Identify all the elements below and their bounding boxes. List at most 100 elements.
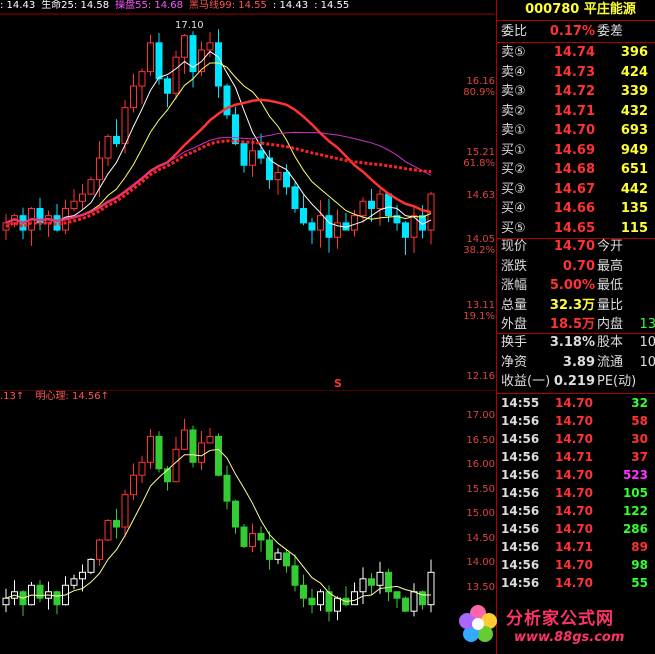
indicator-candle (223, 474, 231, 502)
tick-volume: 55 (631, 576, 648, 590)
indicator-candle (198, 442, 205, 463)
tick-volume: 98 (631, 558, 648, 572)
tick-time: 14:56 (501, 468, 540, 482)
tick-row[interactable]: 14:56 14.70 523 (497, 466, 655, 484)
fund-label: 净资 (501, 354, 528, 370)
quote-label2: 内盘 (597, 317, 624, 332)
level-volume: 432 (620, 103, 648, 119)
indicator-candle (2, 597, 10, 606)
candle (385, 193, 392, 217)
indicator-candle (232, 500, 239, 528)
moving-average-line (5, 131, 432, 224)
tick-row[interactable]: 14:56 14.70 122 (497, 502, 655, 520)
tick-row[interactable]: 14:56 14.71 89 (497, 538, 655, 556)
site-watermark: 分析家公式网 www.88gs.com (452, 594, 655, 654)
buy-level-4[interactable]: 买④ 14.66 135 (497, 199, 655, 219)
sell-level-5[interactable]: 卖① 14.70 693 (497, 121, 655, 141)
indicator-chart[interactable] (0, 405, 495, 654)
quote-value2: 13 (639, 317, 655, 332)
indicator-candle (36, 584, 44, 599)
indicator-candle (164, 468, 171, 483)
indicator-candle (87, 558, 95, 573)
level-volume: 115 (620, 220, 648, 236)
price-chart[interactable]: 17.10 S (0, 0, 495, 391)
lower-label-main: 明心理: 14.56↑ (35, 391, 110, 402)
candle (325, 215, 333, 238)
quote-row: 涨幅 5.00% 最低 (497, 276, 655, 296)
indicator-candle (351, 591, 358, 606)
quote-row: 现价 14.70 今开 (497, 237, 655, 257)
candle (240, 143, 248, 166)
fundamentals-box: 换手 3.18% 股本 10 净资 3.89 流通 10 收益(一) 0.219 PE(动) (497, 333, 655, 393)
level-price: 14.65 (553, 220, 595, 236)
chart-area[interactable]: : 14.43 生命25: 14.58 操盘55: 14.68 黑马线99: 14.5… (0, 0, 495, 654)
ratio-label2: 委差 (597, 24, 624, 39)
sell-level-2[interactable]: 卖④ 14.73 424 (497, 63, 655, 83)
indicator-tick: 14.00 (466, 557, 495, 568)
tick-list[interactable]: 14:55 14.70 32 14:56 14.70 58 14:56 14.70 30 14:5… (497, 394, 655, 594)
price-tick: 14.05 (466, 234, 495, 245)
level-label: 卖④ (501, 64, 526, 80)
buy-level-3[interactable]: 买③ 14.67 442 (497, 180, 655, 200)
buy-level-2[interactable]: 买② 14.68 651 (497, 160, 655, 180)
quote-box: 现价 14.70 今开 涨跌 0.70 最高 涨幅 5.00% 最低 总量 32.3万 量比 外盘 18.… (497, 237, 655, 337)
fund-label: 收益(一) (501, 374, 551, 389)
indicator-candle (308, 597, 316, 606)
tick-row[interactable]: 14:56 14.70 98 (497, 556, 655, 574)
indicator-candle (300, 584, 307, 599)
indicator-candle (79, 571, 86, 580)
stock-header[interactable]: 000780 平庄能源 (497, 0, 655, 20)
indicator-candle (410, 591, 418, 612)
indicator-tick: 15.50 (466, 483, 495, 495)
signal-marker: S (334, 377, 342, 390)
indicator-candle (427, 571, 435, 606)
fund-value: 0.219 (553, 374, 595, 389)
price-tick: 14.63 (466, 190, 495, 201)
candle (147, 42, 154, 73)
tick-price: 14.70 (555, 432, 593, 446)
tick-row[interactable]: 14:56 14.70 286 (497, 520, 655, 538)
tick-row[interactable]: 14:56 14.70 30 (497, 430, 655, 448)
fundamental-row: 净资 3.89 流通 10 (497, 353, 655, 373)
candle (274, 171, 282, 181)
price-axis-label: 16.16 80.9% (463, 76, 495, 98)
tick-row[interactable]: 14:56 14.70 58 (497, 412, 655, 430)
indicator-candle (359, 578, 367, 593)
level-label: 买② (501, 162, 526, 177)
tick-price: 14.70 (555, 558, 593, 572)
level-label: 卖③ (501, 84, 526, 99)
sell-level-3[interactable]: 卖③ 14.72 339 (497, 82, 655, 102)
tick-time: 14:56 (501, 414, 540, 428)
level-volume: 135 (620, 201, 648, 216)
price-axis-label: 12.16 (466, 371, 495, 382)
tick-row[interactable]: 14:55 14.70 32 (497, 394, 655, 412)
candle (300, 207, 307, 224)
quote-label2: 量比 (597, 297, 624, 313)
indicator-tick: 13.50 (466, 581, 495, 593)
trend-line (5, 139, 432, 229)
lower-indicator-bar: .13↑ 明心理: 14.56↑ (0, 391, 495, 405)
buy-level-1[interactable]: 买① 14.69 949 (497, 141, 655, 161)
quote-label: 外盘 (501, 317, 528, 332)
level-price: 14.67 (553, 181, 595, 197)
level-volume: 424 (620, 64, 648, 80)
price-tick: 15.21 (466, 147, 495, 158)
quote-label: 涨跌 (501, 258, 528, 274)
flower-logo-icon (459, 605, 497, 642)
sell-level-4[interactable]: 卖② 14.71 432 (497, 102, 655, 122)
tick-row[interactable]: 14:56 14.70 55 (497, 574, 655, 592)
sell-level-1[interactable]: 卖⑤ 14.74 396 (497, 43, 655, 63)
indicator-candle (147, 435, 154, 463)
indicator-candle (206, 435, 214, 444)
tick-row[interactable]: 14:56 14.70 105 (497, 484, 655, 502)
tick-row[interactable]: 14:56 14.71 37 (497, 448, 655, 466)
buy-level-5[interactable]: 买⑤ 14.65 115 (497, 219, 655, 239)
candle (70, 200, 78, 209)
tick-time: 14:56 (501, 450, 540, 464)
indicator-candle (249, 533, 256, 547)
indicator-candle (376, 571, 384, 586)
indicator-tick: 14.50 (466, 532, 495, 544)
fund-value: 3.89 (562, 354, 595, 370)
stock-code: 000780 (525, 2, 580, 17)
candle (257, 150, 265, 159)
